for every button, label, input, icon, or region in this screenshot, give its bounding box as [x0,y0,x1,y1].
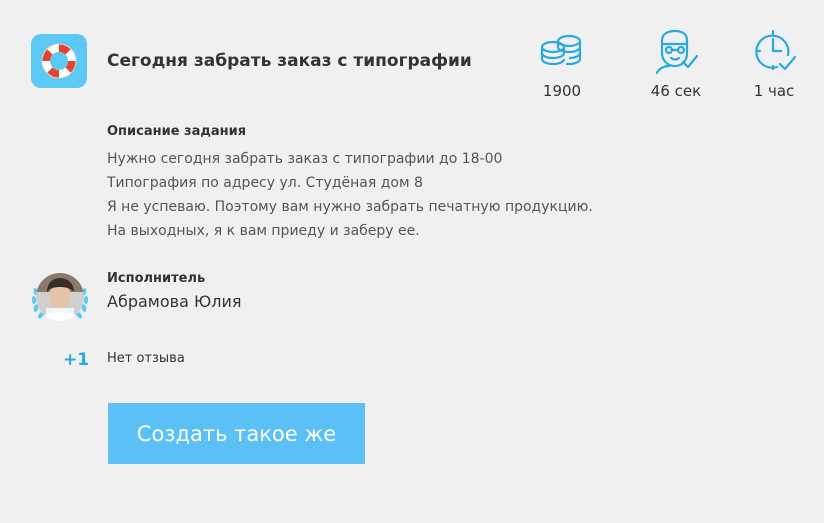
stat-reward: 1900 [517,28,607,100]
clock-check-icon [755,29,797,71]
executor-check-icon [655,29,699,74]
coins-icon [540,34,582,66]
description-heading: Описание задания [107,124,247,139]
executor-name[interactable]: Абрамова Юлия [107,292,241,311]
stat-response-time: 46 сек [631,28,721,100]
description-line: Я не успеваю. Поэтому вам нужно забрать … [107,199,593,215]
description-line: Нужно сегодня забрать заказ с типографии… [107,151,503,167]
description-line: Типография по адресу ул. Студёная дом 8 [107,175,423,191]
description-body: Нужно сегодня забрать заказ с типографии… [107,147,593,243]
reward-value: 1900 [542,82,582,100]
executor-heading: Исполнитель [107,271,206,286]
response-time-value: 46 сек [650,82,702,100]
create-similar-button[interactable]: Создать такое же [108,403,365,464]
task-title: Сегодня забрать заказ с типографии [107,51,472,71]
description-line: На выходных, я к вам приеду и заберу ее. [107,223,420,239]
duration-value: 1 час [753,82,795,100]
lifebuoy-icon [31,34,87,88]
stat-duration: 1 час [729,28,819,100]
task-card: Сегодня забрать заказ с типографии 1900 [0,0,824,523]
rating-badge: +1 [63,350,90,370]
executor-avatar[interactable] [30,272,90,324]
review-text: Нет отзыва [107,351,185,366]
